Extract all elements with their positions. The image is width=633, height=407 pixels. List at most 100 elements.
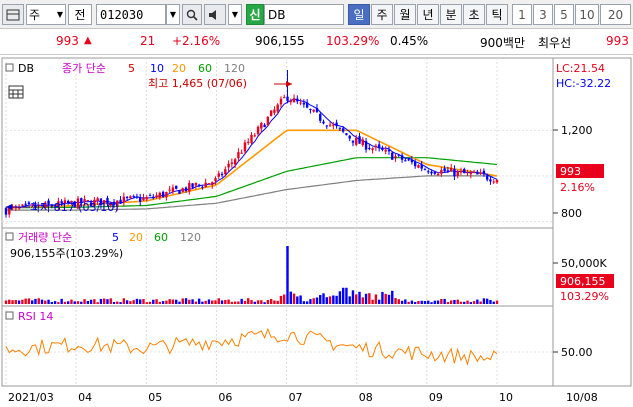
volume-bar: [57, 302, 60, 304]
candle-body: [463, 168, 466, 174]
volume-bar: [361, 297, 364, 304]
panel-option-icon[interactable]: [5, 63, 14, 72]
market-select[interactable]: 주 ▼: [26, 4, 66, 25]
tab-day[interactable]: 일: [348, 4, 370, 25]
trade-amount: 900백만: [480, 36, 525, 50]
volume-bar: [263, 302, 266, 304]
candle-body: [381, 148, 384, 151]
volume-bar: [4, 300, 8, 304]
volume-bar: [319, 295, 322, 304]
volume-bar: [142, 299, 145, 304]
volume-bar: [66, 301, 70, 304]
candle-body: [440, 169, 443, 174]
interval-20-button[interactable]: 20: [600, 4, 631, 25]
volume-bar: [489, 299, 492, 304]
tab-year[interactable]: 년: [417, 4, 439, 25]
volume-bar: [427, 300, 430, 304]
volume-bar: [269, 298, 273, 304]
best-ask-label: 최우선: [538, 36, 572, 50]
candle-body: [24, 203, 27, 205]
volume-bar: [250, 300, 253, 304]
calendar-icon[interactable]: [8, 85, 24, 99]
volume-bar: [152, 299, 155, 304]
volume-option-icon[interactable]: [5, 232, 14, 241]
volume-bar: [325, 297, 328, 304]
candle-body: [328, 124, 332, 126]
volume-bar: [171, 299, 175, 304]
volume-bar: [495, 300, 499, 304]
change-percent: +2.16%: [172, 34, 221, 48]
candle-body: [482, 170, 486, 175]
volume-bar: [328, 296, 332, 304]
volume-bar: [211, 300, 214, 304]
code-dropdown-icon[interactable]: ▼: [166, 4, 180, 25]
price-chart[interactable]: DB 종가 단순 5 10 20 60 120 최고 1,465 (07/06)…: [0, 56, 633, 407]
volume-bar: [194, 301, 198, 304]
x-tick-label: 09: [429, 391, 443, 404]
low-annotation: 최저 817 (03/10): [30, 201, 119, 214]
candle-body: [191, 183, 194, 188]
best-ask-value: 993: [606, 34, 629, 48]
volume-bar: [302, 301, 306, 304]
candle-body: [341, 128, 345, 132]
tab-second[interactable]: 초: [463, 4, 485, 25]
tab-week[interactable]: 주: [371, 4, 393, 25]
volume-bar: [299, 295, 302, 304]
speaker-icon[interactable]: [204, 4, 226, 25]
candle-body: [319, 114, 322, 121]
candle-body: [256, 126, 260, 134]
new-badge[interactable]: 신: [246, 4, 264, 25]
candle-body: [384, 149, 387, 152]
y-tick-1200: 1,200: [561, 124, 593, 137]
interval-3-button[interactable]: 3: [533, 4, 553, 25]
volume-bar: [80, 301, 83, 304]
candle-body: [296, 98, 299, 102]
tab-tick[interactable]: 틱: [486, 4, 508, 25]
volume-bar: [423, 300, 427, 304]
volume-bar: [485, 298, 489, 304]
market-select-value: 주: [29, 8, 41, 22]
candle-body: [184, 187, 188, 192]
volume-bar: [260, 300, 263, 304]
candle-body: [220, 173, 224, 176]
volume-bar: [400, 300, 404, 304]
volume-bar: [371, 299, 374, 304]
tab-minute[interactable]: 분: [440, 4, 462, 25]
candle-body: [361, 139, 364, 146]
candle-body: [207, 183, 211, 185]
candle-body: [423, 169, 427, 171]
volume-bar: [387, 294, 391, 304]
volume-bar: [492, 301, 495, 304]
type-button[interactable]: 전: [68, 4, 92, 25]
chart-type-icon[interactable]: [2, 4, 24, 25]
volume-bar: [230, 301, 234, 304]
candle-body: [495, 179, 499, 183]
volume-bar: [119, 302, 122, 304]
stock-name-field: DB: [264, 4, 344, 25]
volume-bar: [345, 287, 348, 304]
candle-body: [358, 136, 361, 144]
tab-month[interactable]: 월: [394, 4, 416, 25]
candle-body: [338, 127, 342, 129]
candle-body: [125, 196, 129, 198]
volume-bar: [338, 291, 342, 304]
candle-body: [122, 196, 126, 203]
volume-bar: [256, 300, 260, 304]
interval-1-button[interactable]: 1: [512, 4, 532, 25]
interval-5-button[interactable]: 5: [554, 4, 574, 25]
current-pct-tag: 2.16%: [560, 181, 595, 194]
volume-bar: [103, 298, 106, 304]
interval-10-button[interactable]: 10: [575, 4, 599, 25]
volume-bar: [109, 298, 112, 304]
search-icon[interactable]: [182, 4, 202, 25]
candle-body: [430, 171, 433, 174]
candle-body: [161, 191, 165, 198]
volume-bar: [466, 300, 469, 304]
volume-bar: [139, 299, 142, 304]
code-input[interactable]: 012030: [96, 4, 166, 25]
rsi-option-icon[interactable]: [5, 311, 14, 320]
candle-body: [391, 152, 394, 160]
option-dropdown-icon[interactable]: ▼: [228, 4, 242, 25]
candle-body: [240, 152, 243, 154]
candle-body: [233, 159, 237, 165]
